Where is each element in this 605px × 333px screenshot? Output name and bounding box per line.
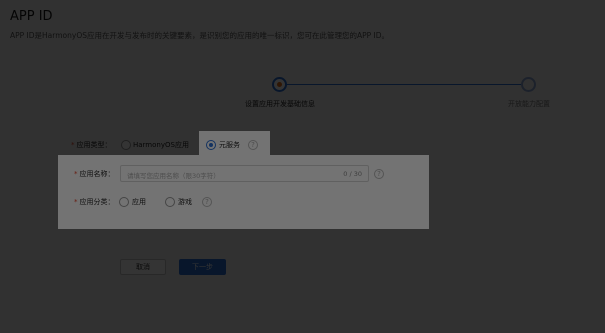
- cancel-button[interactable]: 取消: [120, 259, 166, 275]
- app-type-atomic-service-radio[interactable]: [206, 140, 216, 150]
- category-app-radio[interactable]: [119, 197, 129, 207]
- required-mark-icon: *: [74, 170, 78, 178]
- app-name-char-count: 0 / 30: [343, 170, 362, 178]
- app-type-help-icon[interactable]: ?: [248, 140, 258, 150]
- category-game-radio[interactable]: [165, 197, 175, 207]
- page: APP ID APP ID是HarmonyOS应用在开发与发布时的关键要素，是识…: [0, 0, 605, 333]
- app-name-label-text: 应用名称：: [79, 170, 115, 178]
- app-type-label: * 应用类型：: [71, 140, 112, 150]
- app-category-label-text: 应用分类：: [79, 198, 115, 206]
- step-1-current-icon: [272, 77, 287, 92]
- app-type-label-text: 应用类型：: [76, 141, 112, 149]
- app-type-harmonyos-label[interactable]: HarmonyOS应用: [133, 140, 189, 150]
- app-category-help-icon[interactable]: ?: [202, 197, 212, 207]
- app-category-label: * 应用分类：: [74, 197, 115, 207]
- step-1-label: 设置应用开发基础信息: [245, 100, 315, 108]
- page-subtitle: APP ID是HarmonyOS应用在开发与发布时的关键要素，是识别您的应用的唯…: [10, 31, 390, 40]
- next-step-button[interactable]: 下一步: [179, 259, 226, 275]
- step-connector: [287, 84, 521, 85]
- app-name-input[interactable]: 请填写您应用名称（限30字符） 0 / 30: [120, 165, 369, 182]
- app-type-atomic-service-label[interactable]: 元服务: [219, 140, 240, 150]
- app-name-help-icon[interactable]: ?: [374, 169, 384, 179]
- app-name-placeholder: 请填写您应用名称（限30字符）: [127, 172, 220, 180]
- required-mark-icon: *: [74, 198, 78, 206]
- app-name-label: * 应用名称：: [74, 169, 115, 179]
- page-title: APP ID: [10, 9, 53, 24]
- required-mark-icon: *: [71, 141, 75, 149]
- step-2-pending-icon: [521, 77, 536, 92]
- app-type-harmonyos-radio[interactable]: [121, 140, 131, 150]
- category-game-label[interactable]: 游戏: [178, 197, 192, 207]
- category-app-label[interactable]: 应用: [132, 197, 146, 207]
- step-2-label: 开放能力配置: [508, 100, 550, 108]
